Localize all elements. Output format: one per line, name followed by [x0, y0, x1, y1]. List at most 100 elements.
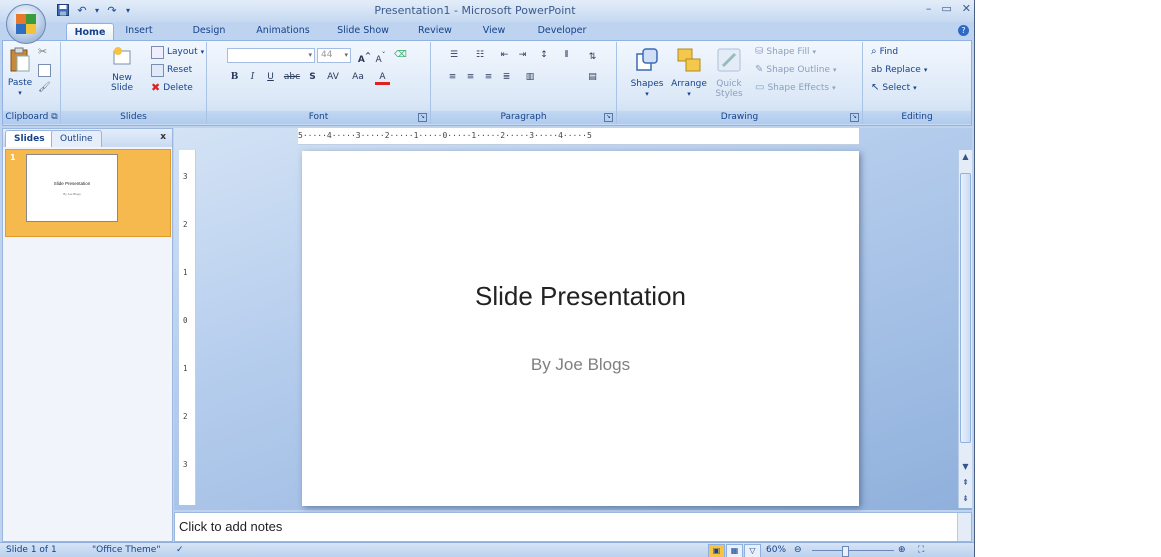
- fit-to-window-icon[interactable]: ⛶: [918, 544, 924, 557]
- slide-show-icon[interactable]: ▽: [744, 544, 761, 557]
- zoom-slider[interactable]: [812, 550, 894, 551]
- strikethrough-icon[interactable]: abc: [281, 70, 303, 85]
- new-slide-button[interactable]: New Slide: [105, 46, 139, 93]
- replace-button[interactable]: ab Replace ▾: [871, 63, 927, 77]
- layout-button[interactable]: Layout ▾: [151, 45, 204, 59]
- italic-icon[interactable]: I: [245, 70, 260, 85]
- close-button[interactable]: ✕: [962, 2, 971, 15]
- tab-outline[interactable]: Outline: [51, 130, 102, 147]
- tab-slides[interactable]: Slides: [5, 130, 54, 147]
- save-icon[interactable]: [56, 4, 70, 18]
- quick-styles-button[interactable]: Quick Styles: [711, 46, 747, 99]
- delete-button[interactable]: ✖ Delete: [151, 81, 193, 95]
- font-name-combo[interactable]: ▾: [227, 48, 315, 63]
- vertical-scrollbar[interactable]: ▲ ▼ ⇞ ⇟: [958, 150, 972, 508]
- font-launcher-icon[interactable]: ↘: [418, 113, 427, 122]
- clipboard-launcher-icon[interactable]: ⧉: [51, 112, 57, 122]
- numbering-icon[interactable]: ☷: [471, 48, 489, 63]
- grow-font-icon[interactable]: A^: [357, 48, 372, 65]
- undo-dropdown-icon[interactable]: ▾: [94, 4, 100, 18]
- shadow-icon[interactable]: S: [305, 70, 320, 85]
- scrollbar-thumb[interactable]: [960, 173, 971, 443]
- slide-canvas[interactable]: Slide Presentation By Joe Blogs: [302, 151, 859, 506]
- reset-button[interactable]: Reset: [151, 63, 192, 77]
- thumbnail-number: 1: [10, 153, 16, 162]
- decrease-indent-icon[interactable]: ⇤: [497, 48, 512, 63]
- slide-title[interactable]: Slide Presentation: [302, 281, 859, 312]
- theme-name[interactable]: "Office Theme": [92, 544, 160, 557]
- copy-icon[interactable]: [38, 63, 51, 77]
- drawing-launcher-icon[interactable]: ↘: [850, 113, 859, 122]
- notes-placeholder[interactable]: Click to add notes: [179, 519, 282, 534]
- underline-icon[interactable]: U: [263, 70, 278, 85]
- align-right-icon[interactable]: ≡: [481, 70, 496, 85]
- increase-indent-icon[interactable]: ⇥: [515, 48, 530, 63]
- spell-check-icon[interactable]: ✓: [176, 544, 184, 557]
- normal-view-icon[interactable]: ▣: [708, 544, 725, 557]
- zoom-level[interactable]: 60%: [766, 544, 786, 557]
- tab-insert[interactable]: Insert: [118, 22, 160, 40]
- paste-button[interactable]: Paste ▾: [5, 47, 35, 98]
- shape-fill-button[interactable]: ⛁ Shape Fill ▾: [755, 45, 816, 59]
- shrink-font-icon[interactable]: Aˇ: [373, 48, 388, 65]
- line-spacing-icon[interactable]: ↕: [535, 48, 553, 63]
- help-icon[interactable]: ?: [958, 25, 969, 36]
- columns-icon[interactable]: ⫴: [559, 48, 574, 63]
- arrange-button[interactable]: Arrange ▾: [669, 46, 709, 99]
- slides-pane: Slides Outline x 1 Slide Presentation By…: [2, 128, 173, 542]
- text-direction-icon[interactable]: ⇅: [585, 50, 600, 65]
- shape-outline-button[interactable]: ✎ Shape Outline ▾: [755, 63, 837, 77]
- notes-pane[interactable]: Click to add notes: [174, 512, 972, 542]
- office-button[interactable]: [6, 4, 46, 44]
- bullets-icon[interactable]: ☰: [445, 48, 463, 63]
- align-text-icon[interactable]: ▤: [585, 70, 600, 85]
- tab-design[interactable]: Design: [186, 22, 232, 40]
- align-center-icon[interactable]: ≡: [463, 70, 478, 85]
- select-button[interactable]: ↖ Select ▾: [871, 81, 917, 95]
- close-pane-icon[interactable]: x: [160, 132, 166, 142]
- notes-scrollbar[interactable]: [957, 513, 971, 541]
- justify-icon[interactable]: ≣: [499, 70, 514, 85]
- tab-view[interactable]: View: [476, 22, 512, 40]
- shape-effects-button[interactable]: ▭ Shape Effects ▾: [755, 81, 836, 95]
- slide-thumbnail[interactable]: Slide Presentation By Joe Blogs: [26, 154, 118, 222]
- change-case-icon[interactable]: Aa: [347, 70, 369, 85]
- align-left-icon[interactable]: ≡: [445, 70, 460, 85]
- font-size-combo[interactable]: 44 ▾: [317, 48, 351, 63]
- zoom-slider-thumb[interactable]: [842, 546, 849, 557]
- editing-group: ⌕ Find ab Replace ▾ ↖ Select ▾ Editing: [863, 42, 971, 124]
- cut-icon[interactable]: ✂: [38, 45, 47, 59]
- maximize-button[interactable]: ▭: [941, 2, 951, 15]
- scroll-down-icon[interactable]: ▼: [959, 460, 972, 474]
- new-slide-label: New Slide: [111, 73, 133, 93]
- slide-subtitle[interactable]: By Joe Blogs: [302, 355, 859, 375]
- shapes-button[interactable]: Shapes ▾: [627, 46, 667, 99]
- columns-dropdown-icon[interactable]: ▥: [521, 70, 539, 85]
- slide-thumbnail-item[interactable]: 1 Slide Presentation By Joe Blogs: [5, 149, 171, 237]
- undo-button[interactable]: ↶: [75, 4, 89, 18]
- scroll-up-icon[interactable]: ▲: [959, 150, 972, 164]
- clear-formatting-icon[interactable]: ⌫: [393, 48, 408, 63]
- tab-developer[interactable]: Developer: [532, 22, 592, 40]
- previous-slide-icon[interactable]: ⇞: [959, 476, 972, 490]
- tab-home[interactable]: Home: [66, 23, 114, 41]
- font-color-icon[interactable]: A: [375, 70, 390, 85]
- ribbon: Paste ▾ ✂ 🖌 Clipboard ⧉ New Slide Layout…: [2, 40, 972, 126]
- tab-animations[interactable]: Animations: [250, 22, 316, 40]
- char-spacing-icon[interactable]: AV: [323, 70, 343, 85]
- find-button[interactable]: ⌕ Find: [871, 45, 898, 59]
- tab-review[interactable]: Review: [414, 22, 456, 40]
- bold-icon[interactable]: B: [227, 70, 242, 85]
- paragraph-launcher-icon[interactable]: ↘: [604, 113, 613, 122]
- tab-slide-show[interactable]: Slide Show: [332, 22, 394, 40]
- zoom-in-icon[interactable]: ⊕: [898, 544, 906, 557]
- redo-button[interactable]: ↷: [105, 4, 119, 18]
- drawing-group: Shapes ▾ Arrange ▾ Quick Styles ⛁ Shape F…: [617, 42, 863, 124]
- customize-qat-icon[interactable]: ▾: [124, 4, 132, 18]
- format-painter-icon[interactable]: 🖌: [38, 81, 51, 95]
- minimize-button[interactable]: –: [926, 2, 932, 15]
- slide-sorter-icon[interactable]: ▦: [726, 544, 743, 557]
- zoom-out-icon[interactable]: ⊖: [794, 544, 802, 557]
- next-slide-icon[interactable]: ⇟: [959, 492, 972, 506]
- paste-label: Paste: [7, 78, 33, 88]
